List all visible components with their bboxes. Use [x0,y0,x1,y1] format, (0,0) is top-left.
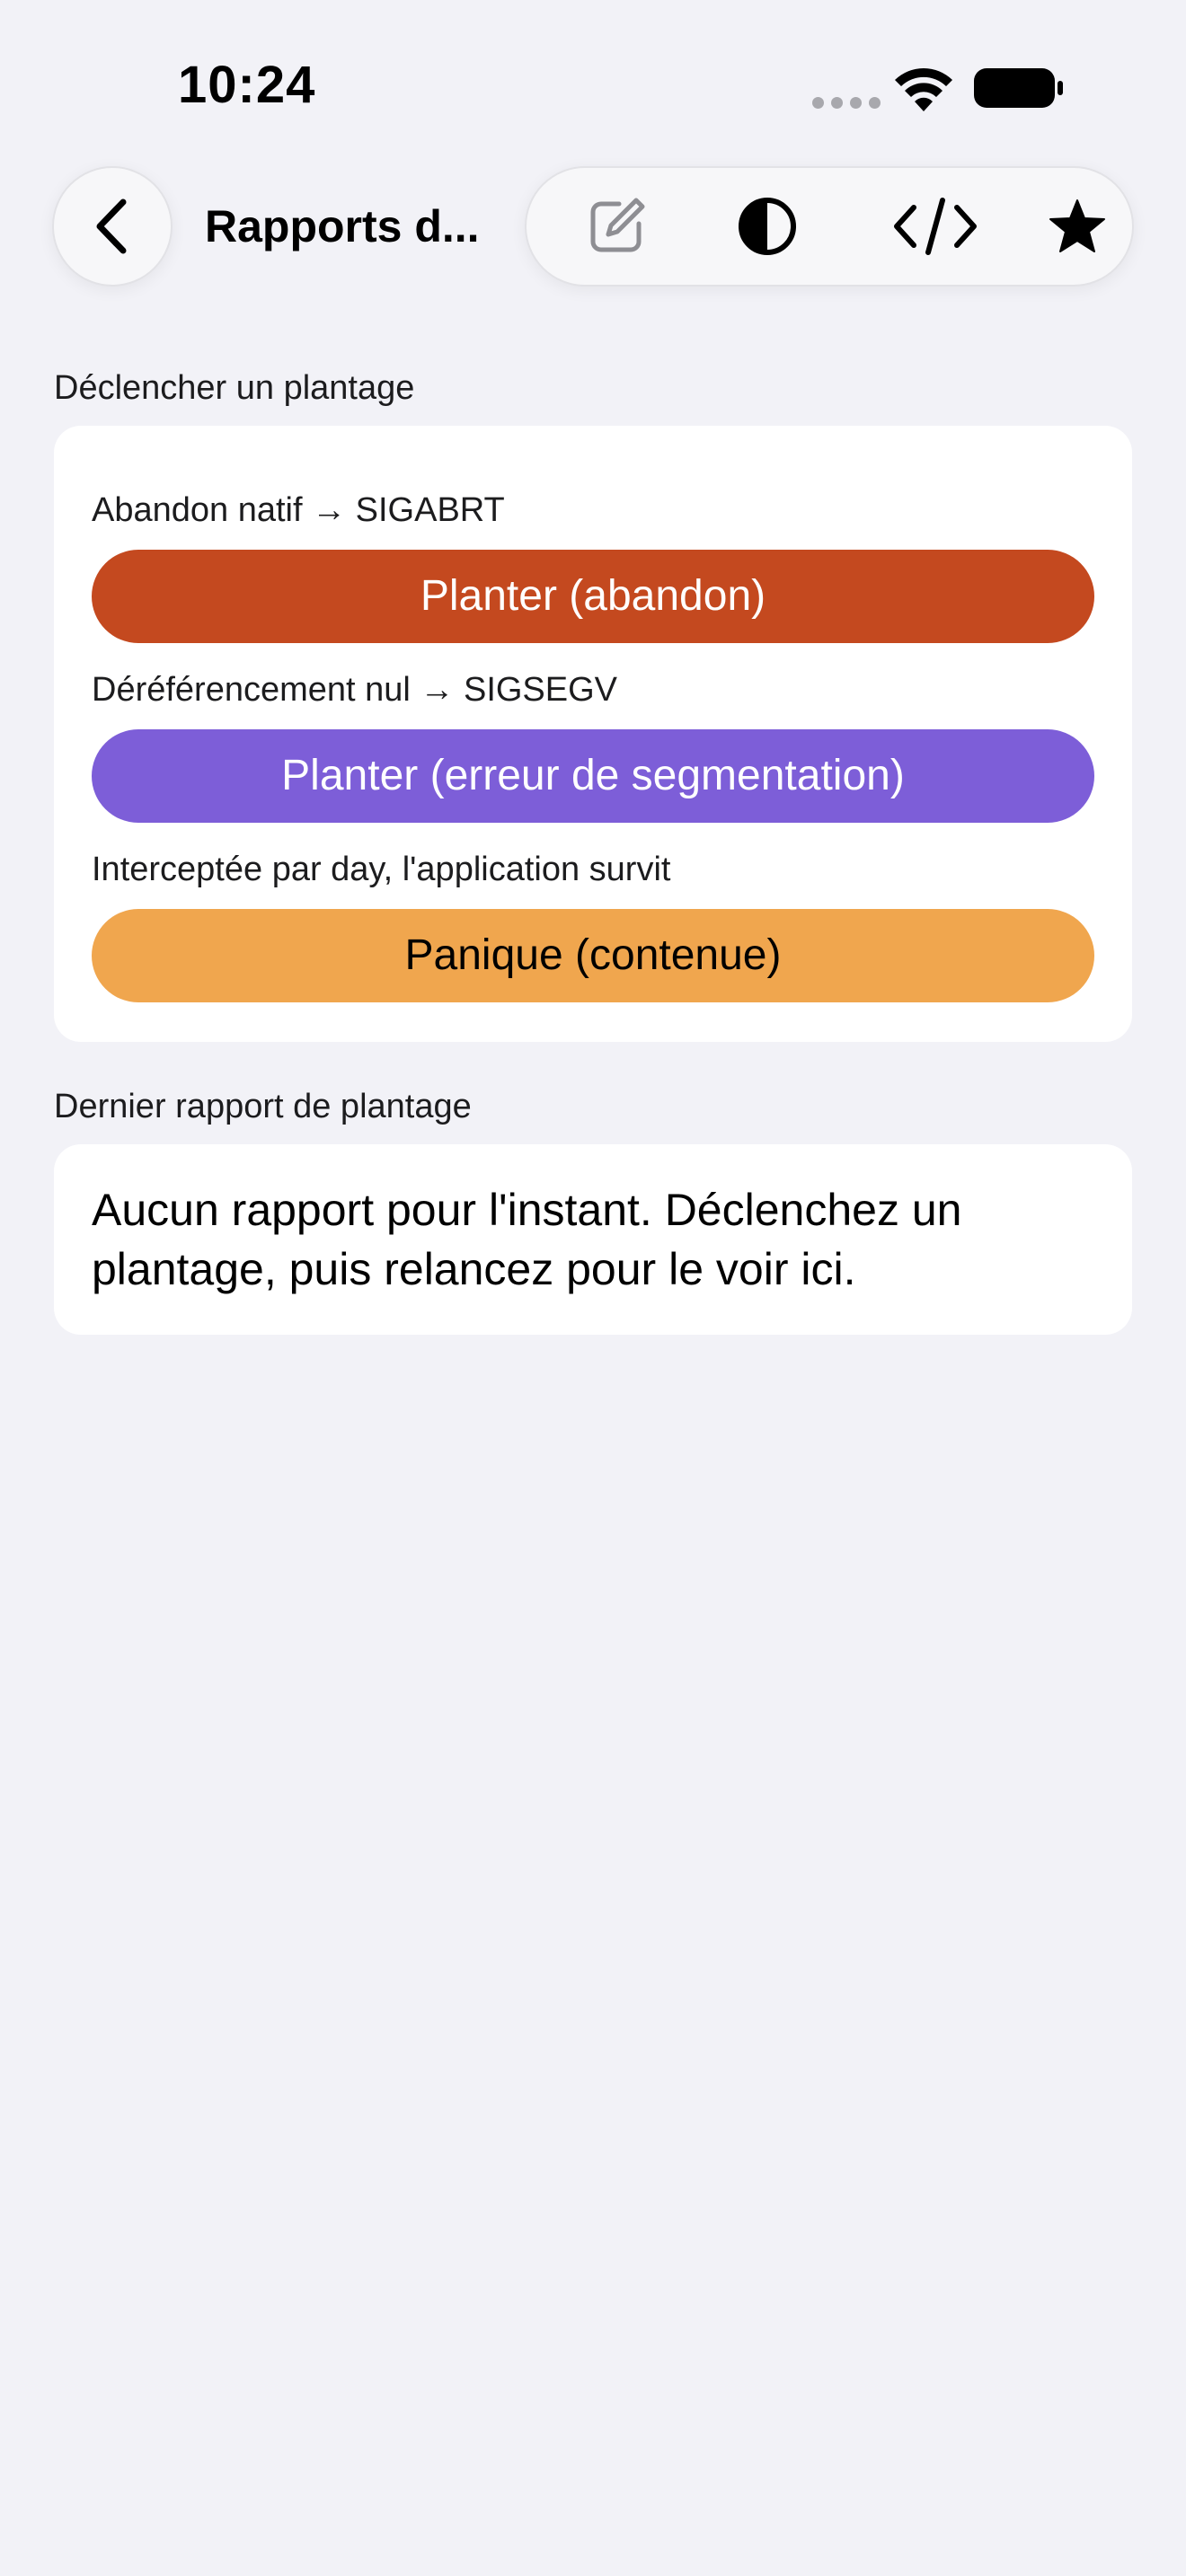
compose-button[interactable] [553,168,679,285]
battery-icon [974,68,1063,108]
section-header-last-report: Dernier rapport de plantage [54,1088,472,1125]
appearance-button[interactable] [704,168,830,285]
abort-caption: Abandon natif → SIGABRT [92,491,505,529]
back-button[interactable] [52,166,173,287]
contrast-icon [739,198,796,255]
segfault-caption: Déréférencement nul → SIGSEGV [92,671,618,709]
compose-icon [590,198,645,252]
last-report-card: Aucun rapport pour l'instant. Déclenchez… [54,1144,1132,1335]
crash-abort-button[interactable]: Planter (abandon) [92,550,1094,643]
crash-segfault-button[interactable]: Planter (erreur de segmentation) [92,729,1094,823]
panic-caption: Interceptée par day, l'application survi… [92,851,671,888]
status-bar: 10:24 [0,0,1186,171]
page-title: Rapports d... [205,201,480,251]
panic-contained-button[interactable]: Panique (contenue) [92,909,1094,1002]
trigger-card: Abandon natif → SIGABRT Planter (abandon… [54,426,1132,1042]
favorite-button[interactable] [1019,168,1136,285]
status-time: 10:24 [178,56,316,114]
chevron-left-icon [96,198,127,254]
empty-report-message: Aucun rapport pour l'instant. Déclenchez… [92,1185,962,1294]
cellular-signal-icon [812,97,881,109]
star-icon [1049,199,1105,252]
toolbar [525,166,1134,287]
wifi-icon [895,68,952,111]
section-header-trigger: Déclencher un plantage [54,369,415,407]
code-icon [894,198,977,255]
code-button[interactable] [868,168,1003,285]
